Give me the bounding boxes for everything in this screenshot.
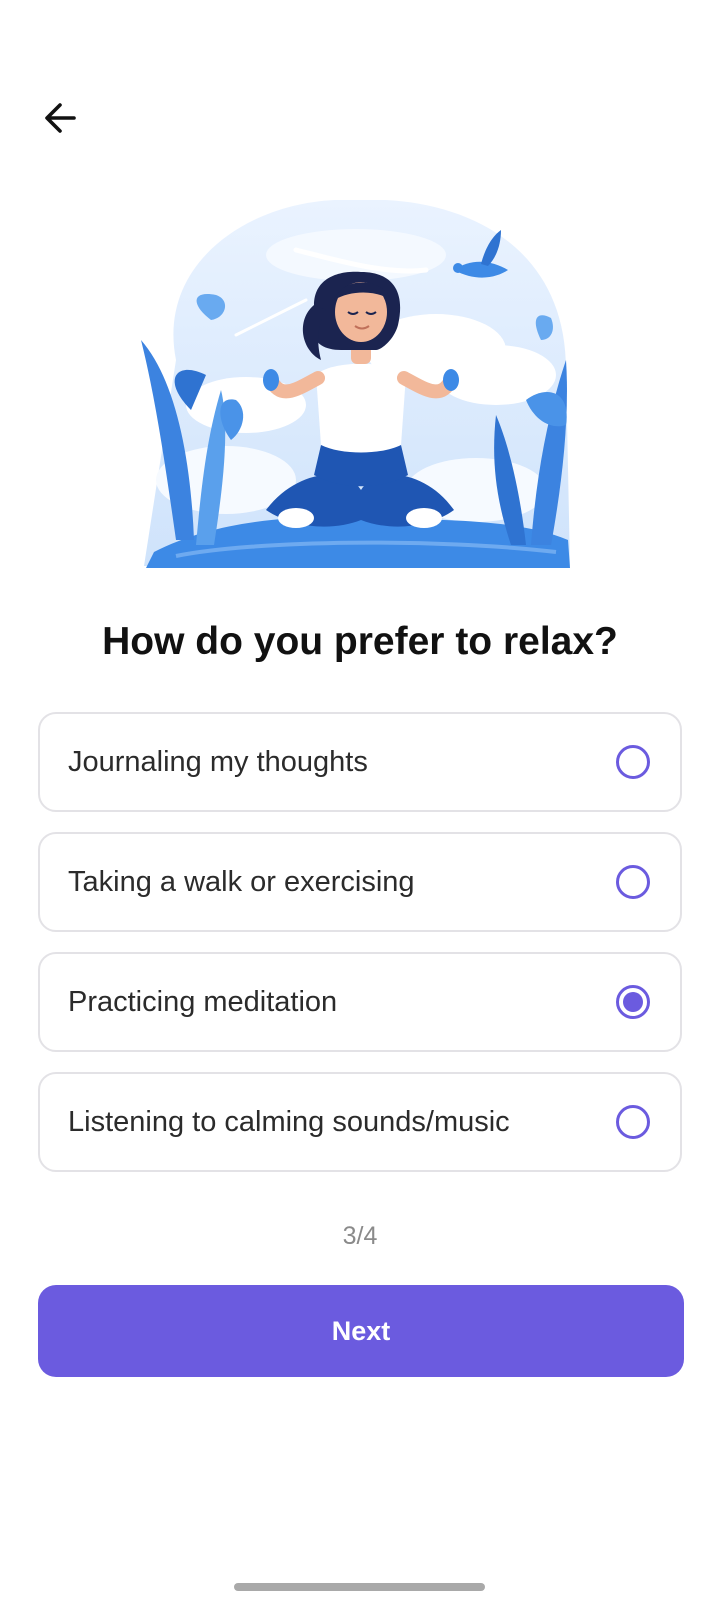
option-label: Journaling my thoughts	[68, 745, 368, 778]
option-label: Practicing meditation	[68, 985, 338, 1018]
radio-selected-dot	[623, 992, 643, 1012]
page-title: How do you prefer to relax?	[102, 620, 618, 663]
radio-button-selected[interactable]	[616, 985, 650, 1019]
back-button[interactable]	[34, 92, 86, 144]
radio-button[interactable]	[616, 1105, 650, 1139]
radio-button[interactable]	[616, 745, 650, 779]
option-walk-exercise[interactable]: Taking a walk or exercising	[38, 832, 682, 932]
option-meditation[interactable]: Practicing meditation	[38, 952, 682, 1052]
step-counter: 3/4	[342, 1222, 378, 1250]
option-label: Taking a walk or exercising	[68, 865, 415, 898]
options-list: Journaling my thoughts Taking a walk or …	[38, 712, 682, 1192]
option-calming-sounds[interactable]: Listening to calming sounds/music	[38, 1072, 682, 1172]
next-button[interactable]: Next	[38, 1285, 684, 1377]
meditation-illustration	[136, 199, 572, 580]
radio-button[interactable]	[616, 865, 650, 899]
arrow-left-icon	[45, 103, 76, 133]
option-label: Listening to calming sounds/music	[68, 1105, 510, 1138]
home-indicator[interactable]	[234, 1583, 485, 1591]
option-journaling[interactable]: Journaling my thoughts	[38, 712, 682, 812]
